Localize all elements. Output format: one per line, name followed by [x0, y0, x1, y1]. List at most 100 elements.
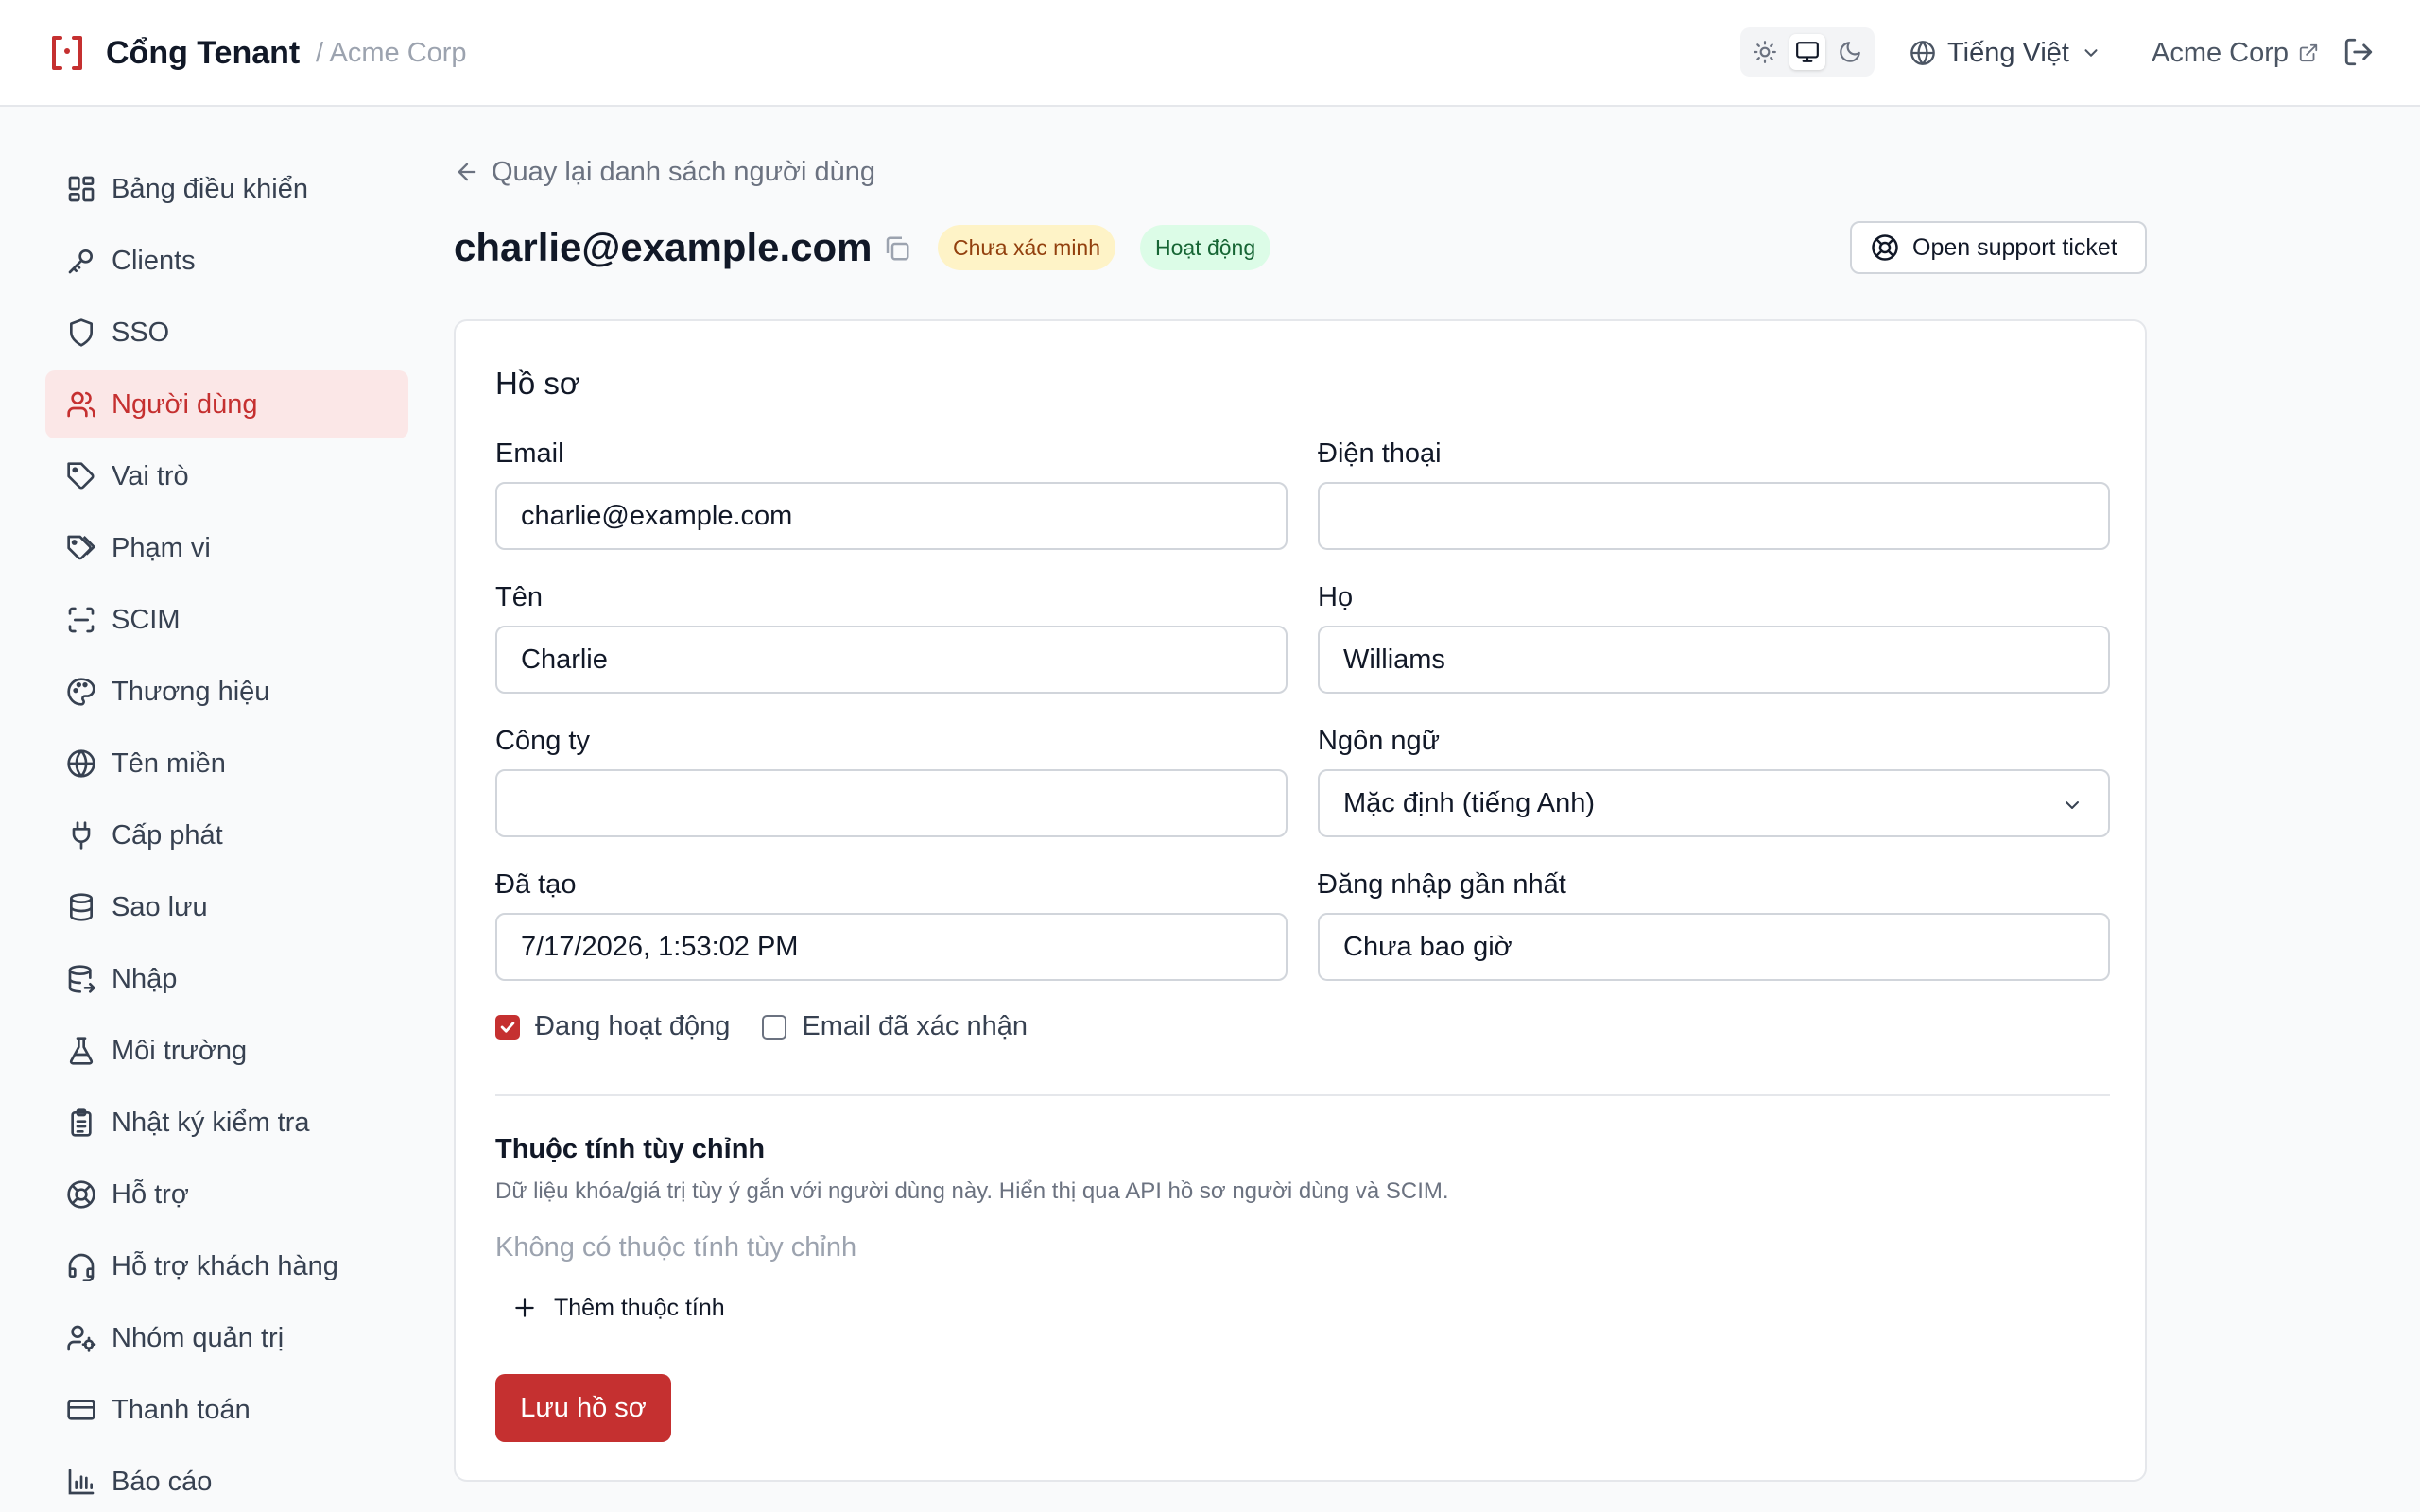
sidebar-item-label: Tên miền: [112, 747, 226, 779]
key-icon: [68, 249, 93, 274]
created-field: [495, 913, 1288, 981]
email-verified-checkbox-label: Email đã xác nhận: [802, 1011, 1028, 1041]
phone-input[interactable]: [1343, 484, 2108, 548]
sidebar-item-environments[interactable]: Môi trường: [45, 1017, 408, 1085]
sidebar-item-clients[interactable]: Clients: [45, 227, 408, 295]
phone-label: Điện thoại: [1318, 438, 1442, 469]
created-label: Đã tạo: [495, 869, 577, 900]
system-theme-button[interactable]: [1789, 34, 1825, 70]
email-verified-checkbox[interactable]: [762, 1014, 787, 1040]
support-button-label: Open support ticket: [1912, 233, 2118, 261]
app-title: Cổng Tenant: [106, 35, 301, 71]
clipboard-icon: [71, 1108, 92, 1137]
sidebar-item-label: Vai trò: [112, 460, 189, 491]
dashboard-icon: [68, 176, 95, 202]
chevron-down-icon: [2084, 49, 2098, 57]
sidebar-item-label: Nhóm quản trị: [112, 1322, 285, 1353]
add-attribute-label: Thêm thuộc tính: [554, 1294, 725, 1321]
last-name-field[interactable]: [1318, 626, 2110, 694]
checkmark-icon: [500, 1021, 515, 1033]
last-name-input[interactable]: [1343, 627, 2108, 692]
profile-card: Hồ sơ Email Điện thoại Tên Họ Công ty Ng…: [454, 319, 2147, 1482]
sidebar-item-provisioning[interactable]: Cấp phát: [45, 801, 408, 869]
company-label: Công ty: [495, 726, 590, 756]
palette-icon: [67, 678, 95, 706]
sidebar-item-reports[interactable]: Báo cáo: [45, 1448, 408, 1512]
sidebar-item-label: SCIM: [112, 604, 181, 635]
sidebar-item-scopes[interactable]: Phạm vi: [45, 514, 408, 582]
sidebar-item-dashboard[interactable]: Bảng điều khiển: [45, 155, 408, 223]
tags-icon: [67, 535, 95, 560]
database-import-icon: [68, 965, 96, 993]
back-to-users-link[interactable]: Quay lại danh sách người dùng: [454, 153, 875, 191]
copy-icon: [886, 236, 909, 261]
org-link-label: Acme Corp: [2152, 37, 2290, 68]
custom-attributes-description: Dữ liệu khóa/giá trị tùy ý gắn với người…: [495, 1178, 1449, 1204]
active-checkbox[interactable]: [495, 1014, 520, 1040]
save-profile-button[interactable]: Lưu hồ sơ: [495, 1374, 671, 1442]
sidebar-item-backup[interactable]: Sao lưu: [45, 873, 408, 941]
sidebar-item-label: Báo cáo: [112, 1466, 213, 1497]
top-bar: Cổng Tenant / Acme Corp Tiếng Việt Acme …: [0, 0, 2420, 107]
status-checkboxes: Đang hoạt động Email đã xác nhận: [495, 1011, 1028, 1042]
profile-section-title: Hồ sơ: [495, 366, 580, 401]
sidebar-item-admin-group[interactable]: Nhóm quản trị: [45, 1304, 408, 1372]
plus-icon: [515, 1298, 534, 1317]
sidebar-item-label: Nhật ký kiểm tra: [112, 1107, 310, 1138]
created-input: [521, 915, 1286, 979]
light-theme-button[interactable]: [1747, 34, 1783, 70]
first-name-label: Tên: [495, 582, 543, 612]
email-field[interactable]: [495, 482, 1288, 550]
lifebuoy-icon: [1872, 234, 1898, 261]
sidebar-item-users[interactable]: Người dùng: [45, 370, 408, 438]
sidebar-item-scim[interactable]: SCIM: [45, 586, 408, 654]
page-title: charlie@example.com: [454, 225, 873, 269]
chevron-down-icon: [2066, 801, 2079, 809]
sidebar-item-billing[interactable]: Thanh toán: [45, 1376, 408, 1444]
sidebar-item-label: Sao lưu: [112, 891, 208, 922]
flask-icon: [69, 1037, 94, 1065]
custom-attributes-title: Thuộc tính tùy chỉnh: [495, 1134, 766, 1164]
bar-chart-icon: [68, 1469, 95, 1495]
sidebar-item-label: Cấp phát: [112, 819, 223, 850]
email-input[interactable]: [521, 484, 1286, 548]
users-icon: [67, 391, 95, 418]
sidebar-item-label: Phạm vi: [112, 532, 211, 563]
sidebar-item-label: SSO: [112, 317, 170, 348]
sidebar-item-import[interactable]: Nhập: [45, 945, 408, 1013]
sidebar-item-roles[interactable]: Vai trò: [45, 442, 408, 510]
first-name-input[interactable]: [521, 627, 1286, 692]
sidebar-item-audit-log[interactable]: Nhật ký kiểm tra: [45, 1089, 408, 1157]
sidebar-item-support[interactable]: Hỗ trợ: [45, 1160, 408, 1228]
last-login-input: [1343, 915, 2108, 979]
sidebar-item-domains[interactable]: Tên miền: [45, 730, 408, 798]
brand-logo-icon: [49, 34, 85, 72]
language-label: Ngôn ngữ: [1318, 726, 1441, 756]
first-name-field[interactable]: [495, 626, 1288, 694]
sidebar-item-customer-support[interactable]: Hỗ trợ khách hàng: [45, 1232, 408, 1300]
add-attribute-button[interactable]: Thêm thuộc tính: [512, 1289, 725, 1327]
company-input[interactable]: [521, 771, 1286, 835]
company-field[interactable]: [495, 769, 1288, 837]
sidebar-item-label: Bảng điều khiển: [112, 173, 308, 204]
arrow-left-icon: [458, 163, 476, 181]
last-login-field: [1318, 913, 2110, 981]
sidebar-item-branding[interactable]: Thương hiệu: [45, 658, 408, 726]
sidebar-item-sso[interactable]: SSO: [45, 299, 408, 367]
unverified-badge: Chưa xác minh: [938, 225, 1116, 270]
org-breadcrumb: / Acme Corp: [316, 38, 467, 68]
logout-button[interactable]: [2342, 36, 2375, 68]
dark-theme-button[interactable]: [1832, 34, 1868, 70]
org-link[interactable]: Acme Corp: [2152, 32, 2319, 74]
lifebuoy-icon: [67, 1180, 95, 1209]
language-select-value: Mặc định (tiếng Anh): [1343, 787, 1595, 818]
language-select[interactable]: Mặc định (tiếng Anh): [1318, 769, 2110, 837]
email-label: Email: [495, 438, 564, 469]
divider: [495, 1094, 2110, 1096]
phone-field[interactable]: [1318, 482, 2110, 550]
copy-email-button[interactable]: [883, 234, 911, 263]
open-support-ticket-button[interactable]: Open support ticket: [1850, 221, 2147, 274]
sidebar-item-label: Hỗ trợ khách hàng: [112, 1250, 338, 1281]
theme-toggle: [1740, 27, 1875, 77]
language-selector[interactable]: Tiếng Việt: [1910, 32, 2101, 74]
